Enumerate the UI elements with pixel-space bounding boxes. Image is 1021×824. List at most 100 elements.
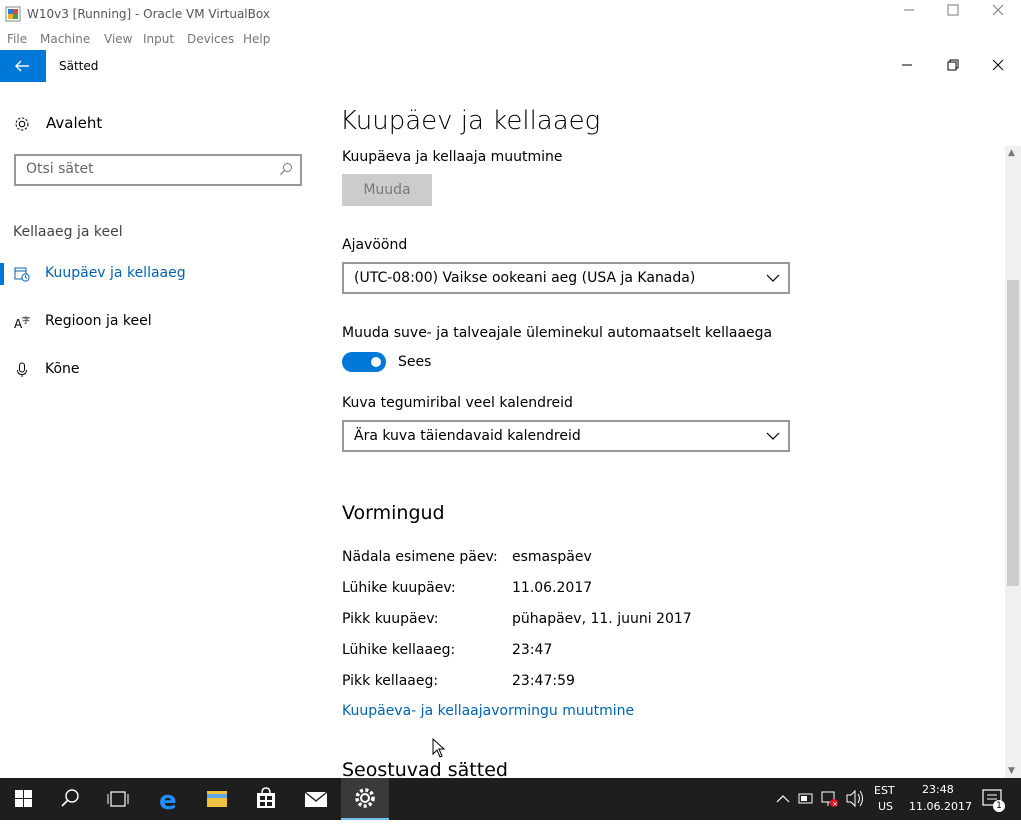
dst-label: Muuda suve- ja talveajale üleminekul aut…: [342, 325, 773, 341]
system-tray: ×: [775, 778, 865, 820]
vbox-minimize-button[interactable]: [886, 4, 932, 24]
sidebar-item-date-time[interactable]: Kuupäev ja kellaaeg: [0, 255, 320, 295]
microphone-icon: [17, 362, 27, 377]
notification-icon: [982, 789, 1002, 806]
menu-file[interactable]: File: [7, 32, 27, 46]
network-disconnected-icon[interactable]: ×: [820, 778, 840, 820]
edge-button[interactable]: e: [145, 778, 193, 820]
settings-restore-button[interactable]: [930, 56, 976, 76]
sidebar-item-label: Kõne: [45, 361, 80, 377]
home-label: Avaleht: [46, 114, 103, 132]
menu-input[interactable]: Input: [143, 32, 174, 46]
sidebar-section-label: Kellaaeg ja keel: [13, 224, 123, 240]
search-taskbar-button[interactable]: [46, 778, 94, 820]
timezone-dropdown[interactable]: (UTC-08:00) Vaikse ookeani aeg (USA ja K…: [342, 262, 790, 294]
format-key: Lühike kuupäev:: [342, 580, 456, 596]
close-icon: [992, 59, 1004, 71]
start-button[interactable]: [0, 778, 48, 820]
minimize-icon: [904, 9, 914, 11]
settings-sidebar: Avaleht Otsi sätet Kellaaeg ja keel Kuup…: [0, 82, 320, 778]
menu-devices[interactable]: Devices: [187, 32, 234, 46]
virtualbox-title-bar: W10v3 [Running] - Oracle VM VirtualBox: [0, 0, 1021, 28]
edge-browser-icon: e: [159, 786, 177, 816]
task-view-button[interactable]: [94, 778, 142, 820]
menu-machine[interactable]: Machine: [40, 32, 90, 46]
format-key: Pikk kellaaeg:: [342, 673, 439, 689]
input-language-indicator[interactable]: EST US: [872, 778, 898, 820]
menu-view[interactable]: View: [104, 32, 132, 46]
calendars-dropdown[interactable]: Ära kuva täiendavaid kalendreid: [342, 420, 790, 452]
gear-icon: [355, 788, 375, 808]
chevron-down-icon: [766, 274, 780, 282]
related-settings-heading: Seostuvad sätted: [342, 759, 508, 778]
power-battery-icon[interactable]: [797, 778, 815, 820]
settings-taskbar-button[interactable]: [341, 778, 389, 820]
format-value: esmaspäev: [512, 549, 592, 565]
vbox-close-button[interactable]: [975, 4, 1021, 24]
settings-title-bar: Sätted: [0, 50, 1021, 82]
search-icon[interactable]: [279, 162, 293, 176]
sidebar-item-label: Regioon ja keel: [45, 313, 152, 329]
restore-icon: [947, 59, 959, 71]
vbox-maximize-button[interactable]: [930, 4, 976, 24]
clock[interactable]: 23:48 11.06.2017: [905, 778, 972, 820]
language-icon: A 字: [14, 315, 30, 330]
sidebar-item-label: Kuupäev ja kellaaeg: [45, 265, 186, 281]
volume-icon[interactable]: [845, 778, 865, 820]
mail-button[interactable]: [292, 778, 340, 820]
calendar-clock-icon: [14, 267, 30, 282]
virtualbox-window-title: W10v3 [Running] - Oracle VM VirtualBox: [27, 7, 270, 21]
clock-date: 11.06.2017: [909, 800, 972, 813]
scroll-down-arrow-icon[interactable]: ▼: [1008, 766, 1015, 776]
keyboard-layout: US: [878, 800, 894, 813]
sidebar-item-speech[interactable]: Kõne: [0, 351, 320, 391]
windows-logo-icon: [15, 790, 32, 807]
close-icon: [992, 4, 1004, 16]
toggle-knob: [371, 357, 381, 367]
format-value: 23:47:59: [512, 673, 575, 689]
windows-taskbar: e × EST US 23:48 11.06.2017 1: [0, 778, 1021, 820]
lang-code: EST: [874, 784, 895, 797]
scrollbar-thumb[interactable]: [1007, 280, 1019, 586]
search-field[interactable]: Otsi sätet: [14, 154, 302, 186]
back-button[interactable]: [0, 50, 46, 82]
maximize-icon: [947, 4, 959, 16]
folder-icon: [207, 791, 227, 807]
dst-toggle[interactable]: [342, 352, 386, 372]
chevron-up-icon[interactable]: [775, 778, 791, 820]
menu-help[interactable]: Help: [243, 32, 270, 46]
action-center-button[interactable]: 1: [975, 778, 1015, 820]
svg-text:e: e: [159, 786, 177, 816]
task-view-icon: [107, 791, 129, 807]
format-value: pühapäev, 11. juuni 2017: [512, 611, 692, 627]
format-value: 11.06.2017: [512, 580, 593, 596]
timezone-value: (UTC-08:00) Vaikse ookeani aeg (USA ja K…: [354, 270, 696, 286]
minimize-icon: [902, 64, 912, 66]
file-explorer-button[interactable]: [193, 778, 241, 820]
svg-text:字: 字: [22, 315, 30, 325]
scroll-up-arrow-icon[interactable]: ▲: [1008, 148, 1015, 158]
sidebar-item-region-language[interactable]: A 字 Regioon ja keel: [0, 303, 320, 343]
back-arrow-icon: [15, 60, 29, 72]
timezone-label: Ajavöönd: [342, 237, 408, 253]
page-title: Kuupäev ja kellaaeg: [340, 106, 601, 136]
content-scrollbar[interactable]: ▲ ▼: [1005, 146, 1021, 778]
settings-minimize-button[interactable]: [884, 56, 930, 76]
format-key: Lühike kellaaeg:: [342, 642, 456, 658]
change-button[interactable]: Muuda: [342, 174, 432, 206]
change-formats-link[interactable]: Kuupäeva- ja kellaajavormingu muutmine: [342, 703, 634, 719]
settings-close-button[interactable]: [975, 56, 1021, 76]
notification-count-badge: 1: [993, 800, 1005, 812]
formats-heading: Vormingud: [342, 502, 445, 524]
change-date-time-label: Kuupäeva ja kellaaja muutmine: [342, 149, 563, 165]
settings-window-title: Sätted: [59, 59, 99, 73]
mouse-cursor-icon: [432, 738, 446, 758]
store-button[interactable]: [242, 778, 290, 820]
search-icon: [61, 789, 79, 807]
chevron-down-icon: [766, 432, 780, 440]
format-key: Nädala esimene päev:: [342, 549, 498, 565]
dst-toggle-state: Sees: [398, 354, 432, 370]
virtualbox-logo-icon: [5, 6, 21, 22]
clock-time: 23:48: [922, 783, 954, 796]
format-key: Pikk kuupäev:: [342, 611, 439, 627]
